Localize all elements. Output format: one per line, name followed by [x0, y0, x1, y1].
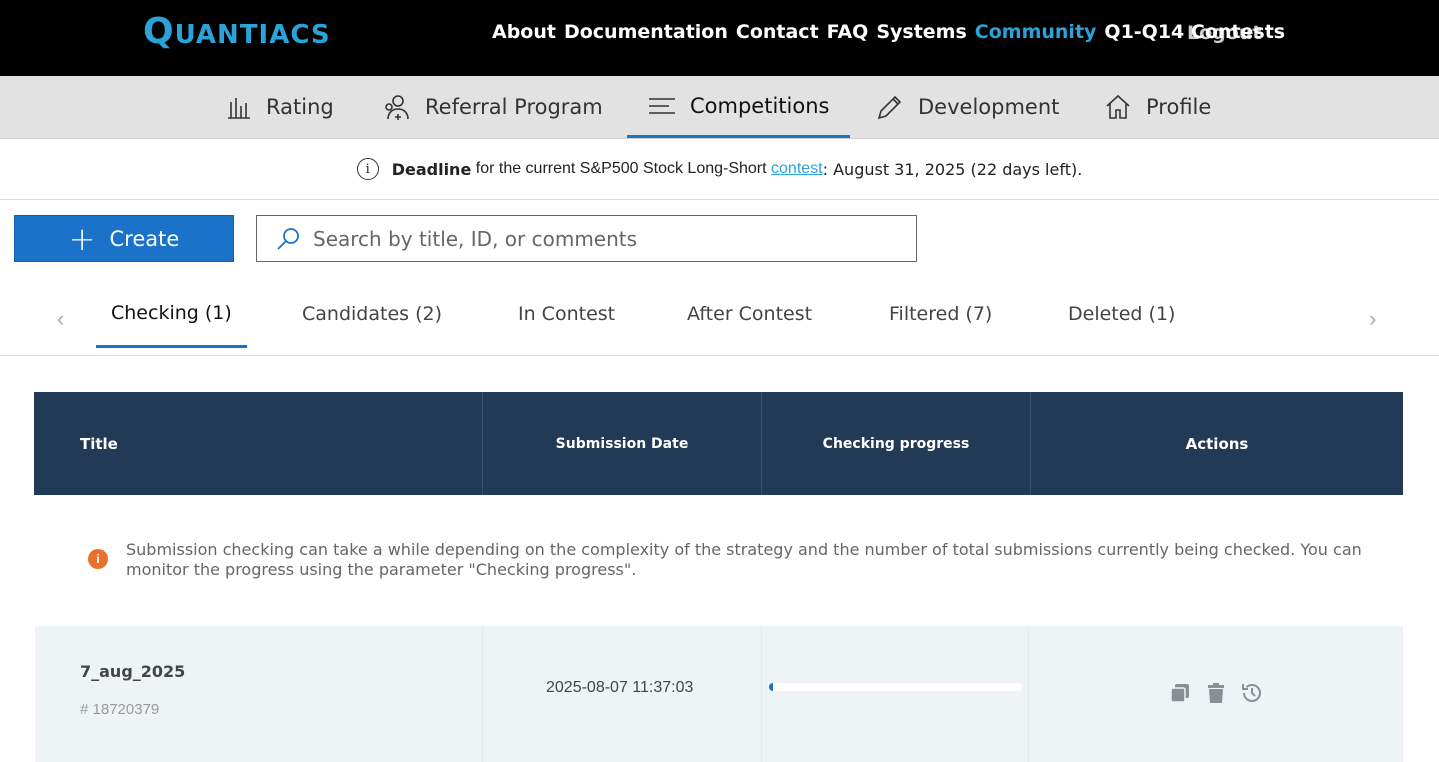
subnav-label: Development — [918, 95, 1060, 119]
subnav-label: Competitions — [690, 93, 830, 118]
users-plus-icon — [385, 95, 409, 120]
tab-after-contest[interactable]: After Contest — [687, 280, 812, 348]
logout-link[interactable]: Logout — [1187, 22, 1261, 44]
tab-in-contest[interactable]: In Contest — [518, 280, 615, 348]
lines-icon — [649, 97, 675, 114]
table-header: Title Submission Date Checking progress … — [34, 392, 1403, 495]
search-box — [256, 215, 917, 262]
logo-rest: UANTIACS — [174, 20, 331, 50]
subnav-profile[interactable]: Profile — [1104, 76, 1211, 138]
subnav-label: Profile — [1146, 95, 1212, 119]
column-divider — [482, 626, 483, 762]
plus-icon: + — [68, 219, 96, 258]
row-actions — [1168, 681, 1264, 705]
deadline-date: : August 31, 2025 (22 days left). — [822, 159, 1083, 179]
create-button[interactable]: + Create — [14, 215, 234, 262]
top-bar: QUANTIACS About Documentation Contact FA… — [0, 0, 1439, 76]
nav-documentation[interactable]: Documentation — [564, 21, 728, 43]
header-checking-progress[interactable]: Checking progress — [761, 392, 1030, 495]
subnav-label: Referral Program — [425, 95, 603, 119]
info-icon: i — [88, 549, 108, 569]
create-label: Create — [109, 226, 180, 251]
subnav-label: Rating — [266, 95, 334, 119]
column-divider — [761, 626, 762, 762]
tab-candidates[interactable]: Candidates (2) — [302, 280, 442, 348]
checking-progress-bar — [769, 683, 1022, 691]
search-input[interactable] — [313, 226, 873, 251]
nav-community[interactable]: Community — [975, 21, 1097, 43]
deadline-banner: i Deadline for the current S&P500 Stock … — [0, 139, 1439, 200]
nav-contact[interactable]: Contact — [736, 21, 819, 43]
column-divider — [1028, 626, 1029, 762]
trash-icon[interactable] — [1204, 681, 1228, 705]
contest-link[interactable]: contest — [771, 160, 823, 178]
header-actions: Actions — [1030, 392, 1403, 495]
submission-date: 2025-08-07 11:37:03 — [546, 679, 694, 696]
tab-filtered[interactable]: Filtered (7) — [889, 280, 992, 348]
table-row[interactable]: 7_aug_2025 # 18720379 2025-08-07 11:37:0… — [35, 626, 1403, 762]
home-icon — [1106, 94, 1130, 119]
nav-faq[interactable]: FAQ — [827, 21, 869, 43]
copy-icon[interactable] — [1168, 681, 1192, 705]
deadline-text: for the current S&P500 Stock Long-Short — [475, 160, 767, 177]
bar-chart-icon — [228, 98, 250, 119]
info-icon: i — [356, 158, 379, 180]
history-icon[interactable] — [1240, 681, 1264, 705]
subnav-competitions[interactable]: Competitions — [627, 76, 850, 138]
subnav-rating[interactable]: Rating — [226, 76, 334, 138]
submission-id: # 18720379 — [80, 701, 160, 718]
checking-notice: i Submission checking can take a while d… — [34, 495, 1403, 626]
quantiacs-logo[interactable]: QUANTIACS — [143, 14, 331, 50]
nav-systems[interactable]: Systems — [876, 21, 966, 43]
top-nav: About Documentation Contact FAQ Systems … — [492, 21, 1293, 43]
search-icon — [277, 227, 299, 250]
nav-about[interactable]: About — [492, 21, 556, 43]
submission-tabs: ‹ Checking (1) Candidates (2) In Contest… — [0, 280, 1439, 356]
subnav-referral[interactable]: Referral Program — [383, 76, 603, 138]
header-title[interactable]: Title — [80, 392, 118, 495]
tabs-prev-arrow[interactable]: ‹ — [57, 306, 64, 332]
logo-first-letter: Q — [143, 11, 175, 52]
notice-text: Submission checking can take a while dep… — [126, 540, 1362, 579]
deadline-label: Deadline — [391, 159, 472, 179]
tabs-next-arrow[interactable]: › — [1369, 306, 1376, 332]
sub-nav: Rating Referral Program Competitions Dev… — [0, 76, 1439, 139]
submission-title[interactable]: 7_aug_2025 — [80, 662, 185, 681]
subnav-development[interactable]: Development — [876, 76, 1059, 138]
header-submission-date[interactable]: Submission Date — [482, 392, 761, 495]
progress-fill — [769, 683, 773, 691]
pencil-icon — [877, 95, 902, 120]
tab-deleted[interactable]: Deleted (1) — [1068, 280, 1175, 348]
tab-checking[interactable]: Checking (1) — [96, 280, 247, 348]
